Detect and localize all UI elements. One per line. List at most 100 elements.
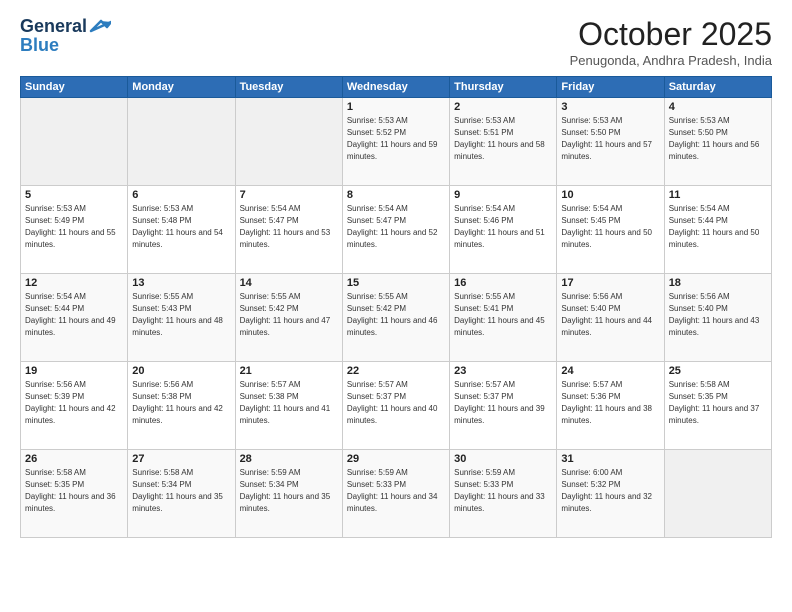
day-info: Sunrise: 5:58 AM Sunset: 5:34 PM Dayligh… (132, 467, 230, 515)
day-info: Sunrise: 5:53 AM Sunset: 5:52 PM Dayligh… (347, 115, 445, 163)
logo-blue: Blue (20, 35, 59, 56)
day-number: 14 (240, 277, 338, 289)
calendar-cell: 17Sunrise: 5:56 AM Sunset: 5:40 PM Dayli… (557, 274, 664, 362)
week-row-1: 1Sunrise: 5:53 AM Sunset: 5:52 PM Daylig… (21, 98, 772, 186)
calendar-cell: 10 Sunrise: 5:54 AM Sunset: 5:45 PM Dayli… (557, 186, 664, 274)
calendar-cell: 11Sunrise: 5:54 AM Sunset: 5:44 PM Dayli… (664, 186, 771, 274)
calendar-cell: 18 Sunrise: 5:56 AM Sunset: 5:40 PM Dayli… (664, 274, 771, 362)
day-info: Sunrise: 5:54 AM Sunset: 5:45 PM Dayligh… (561, 203, 659, 251)
logo-bird-icon (89, 19, 111, 35)
day-info: Sunrise: 5:59 AM Sunset: 5:33 PM Dayligh… (454, 467, 552, 515)
day-info: Sunrise: 5:54 AM Sunset: 5:44 PM Dayligh… (25, 291, 123, 339)
day-info: Sunrise: 5:54 AM Sunset: 5:46 PM Dayligh… (454, 203, 552, 251)
day-info: Sunrise: 5:54 AM Sunset: 5:47 PM Dayligh… (347, 203, 445, 251)
day-number: 5 (25, 189, 123, 201)
day-number: 7 (240, 189, 338, 201)
calendar-cell (128, 98, 235, 186)
day-number: 10 (561, 189, 659, 201)
day-info: Sunrise: 5:55 AM Sunset: 5:43 PM Dayligh… (132, 291, 230, 339)
day-number: 22 (347, 365, 445, 377)
day-info: Sunrise: 5:57 AM Sunset: 5:37 PM Dayligh… (454, 379, 552, 427)
week-row-4: 19 Sunrise: 5:56 AM Sunset: 5:39 PM Dayli… (21, 362, 772, 450)
logo-general: General (20, 16, 87, 37)
week-row-3: 12 Sunrise: 5:54 AM Sunset: 5:44 PM Dayli… (21, 274, 772, 362)
header: General Blue October 2025 Penugonda, And… (20, 16, 772, 68)
calendar-header-row: SundayMondayTuesdayWednesdayThursdayFrid… (21, 77, 772, 98)
day-number: 29 (347, 453, 445, 465)
day-number: 20 (132, 365, 230, 377)
day-number: 17 (561, 277, 659, 289)
calendar-cell: 29Sunrise: 5:59 AM Sunset: 5:33 PM Dayli… (342, 450, 449, 538)
calendar-cell: 12 Sunrise: 5:54 AM Sunset: 5:44 PM Dayli… (21, 274, 128, 362)
calendar-cell: 8Sunrise: 5:54 AM Sunset: 5:47 PM Daylig… (342, 186, 449, 274)
calendar-cell: 19 Sunrise: 5:56 AM Sunset: 5:39 PM Dayli… (21, 362, 128, 450)
calendar-cell (21, 98, 128, 186)
title-section: October 2025 Penugonda, Andhra Pradesh, … (570, 16, 772, 68)
month-title: October 2025 (570, 16, 772, 53)
day-number: 4 (669, 101, 767, 113)
day-number: 19 (25, 365, 123, 377)
calendar-cell: 3Sunrise: 5:53 AM Sunset: 5:50 PM Daylig… (557, 98, 664, 186)
header-friday: Friday (557, 77, 664, 98)
day-info: Sunrise: 5:54 AM Sunset: 5:47 PM Dayligh… (240, 203, 338, 251)
calendar-cell (664, 450, 771, 538)
day-number: 18 (669, 277, 767, 289)
day-info: Sunrise: 5:53 AM Sunset: 5:50 PM Dayligh… (669, 115, 767, 163)
calendar-cell: 2 Sunrise: 5:53 AM Sunset: 5:51 PM Daylig… (450, 98, 557, 186)
day-info: Sunrise: 5:57 AM Sunset: 5:38 PM Dayligh… (240, 379, 338, 427)
logo: General Blue (20, 16, 111, 56)
day-info: Sunrise: 5:56 AM Sunset: 5:40 PM Dayligh… (669, 291, 767, 339)
day-info: Sunrise: 5:57 AM Sunset: 5:37 PM Dayligh… (347, 379, 445, 427)
day-info: Sunrise: 5:59 AM Sunset: 5:34 PM Dayligh… (240, 467, 338, 515)
day-number: 23 (454, 365, 552, 377)
calendar-cell: 1Sunrise: 5:53 AM Sunset: 5:52 PM Daylig… (342, 98, 449, 186)
header-tuesday: Tuesday (235, 77, 342, 98)
day-info: Sunrise: 5:54 AM Sunset: 5:44 PM Dayligh… (669, 203, 767, 251)
calendar-cell: 20Sunrise: 5:56 AM Sunset: 5:38 PM Dayli… (128, 362, 235, 450)
calendar-cell (235, 98, 342, 186)
calendar-cell: 27 Sunrise: 5:58 AM Sunset: 5:34 PM Dayli… (128, 450, 235, 538)
calendar-cell: 9Sunrise: 5:54 AM Sunset: 5:46 PM Daylig… (450, 186, 557, 274)
day-info: Sunrise: 5:56 AM Sunset: 5:39 PM Dayligh… (25, 379, 123, 427)
day-number: 6 (132, 189, 230, 201)
day-number: 13 (132, 277, 230, 289)
day-info: Sunrise: 5:55 AM Sunset: 5:42 PM Dayligh… (240, 291, 338, 339)
calendar-cell: 13 Sunrise: 5:55 AM Sunset: 5:43 PM Dayli… (128, 274, 235, 362)
day-info: Sunrise: 5:58 AM Sunset: 5:35 PM Dayligh… (25, 467, 123, 515)
calendar-cell: 5 Sunrise: 5:53 AM Sunset: 5:49 PM Daylig… (21, 186, 128, 274)
calendar-cell: 24 Sunrise: 5:57 AM Sunset: 5:36 PM Dayli… (557, 362, 664, 450)
day-number: 27 (132, 453, 230, 465)
day-number: 21 (240, 365, 338, 377)
day-number: 24 (561, 365, 659, 377)
day-info: Sunrise: 5:55 AM Sunset: 5:42 PM Dayligh… (347, 291, 445, 339)
header-wednesday: Wednesday (342, 77, 449, 98)
day-number: 15 (347, 277, 445, 289)
day-info: Sunrise: 5:53 AM Sunset: 5:48 PM Dayligh… (132, 203, 230, 251)
calendar-cell: 23 Sunrise: 5:57 AM Sunset: 5:37 PM Dayli… (450, 362, 557, 450)
day-number: 28 (240, 453, 338, 465)
day-number: 31 (561, 453, 659, 465)
calendar-cell: 22 Sunrise: 5:57 AM Sunset: 5:37 PM Dayli… (342, 362, 449, 450)
day-number: 16 (454, 277, 552, 289)
calendar-container: General Blue October 2025 Penugonda, And… (0, 0, 792, 612)
header-sunday: Sunday (21, 77, 128, 98)
calendar-cell: 26 Sunrise: 5:58 AM Sunset: 5:35 PM Dayli… (21, 450, 128, 538)
calendar-cell: 14 Sunrise: 5:55 AM Sunset: 5:42 PM Dayli… (235, 274, 342, 362)
day-info: Sunrise: 5:58 AM Sunset: 5:35 PM Dayligh… (669, 379, 767, 427)
calendar-body: 1Sunrise: 5:53 AM Sunset: 5:52 PM Daylig… (21, 98, 772, 538)
calendar-cell: 4 Sunrise: 5:53 AM Sunset: 5:50 PM Daylig… (664, 98, 771, 186)
day-info: Sunrise: 5:57 AM Sunset: 5:36 PM Dayligh… (561, 379, 659, 427)
day-number: 12 (25, 277, 123, 289)
day-number: 26 (25, 453, 123, 465)
calendar-cell: 21 Sunrise: 5:57 AM Sunset: 5:38 PM Dayli… (235, 362, 342, 450)
calendar-cell: 15 Sunrise: 5:55 AM Sunset: 5:42 PM Dayli… (342, 274, 449, 362)
week-row-2: 5 Sunrise: 5:53 AM Sunset: 5:49 PM Daylig… (21, 186, 772, 274)
day-number: 2 (454, 101, 552, 113)
day-info: Sunrise: 6:00 AM Sunset: 5:32 PM Dayligh… (561, 467, 659, 515)
day-info: Sunrise: 5:55 AM Sunset: 5:41 PM Dayligh… (454, 291, 552, 339)
calendar-cell: 30 Sunrise: 5:59 AM Sunset: 5:33 PM Dayli… (450, 450, 557, 538)
header-saturday: Saturday (664, 77, 771, 98)
day-info: Sunrise: 5:53 AM Sunset: 5:51 PM Dayligh… (454, 115, 552, 163)
day-info: Sunrise: 5:53 AM Sunset: 5:49 PM Dayligh… (25, 203, 123, 251)
day-number: 30 (454, 453, 552, 465)
